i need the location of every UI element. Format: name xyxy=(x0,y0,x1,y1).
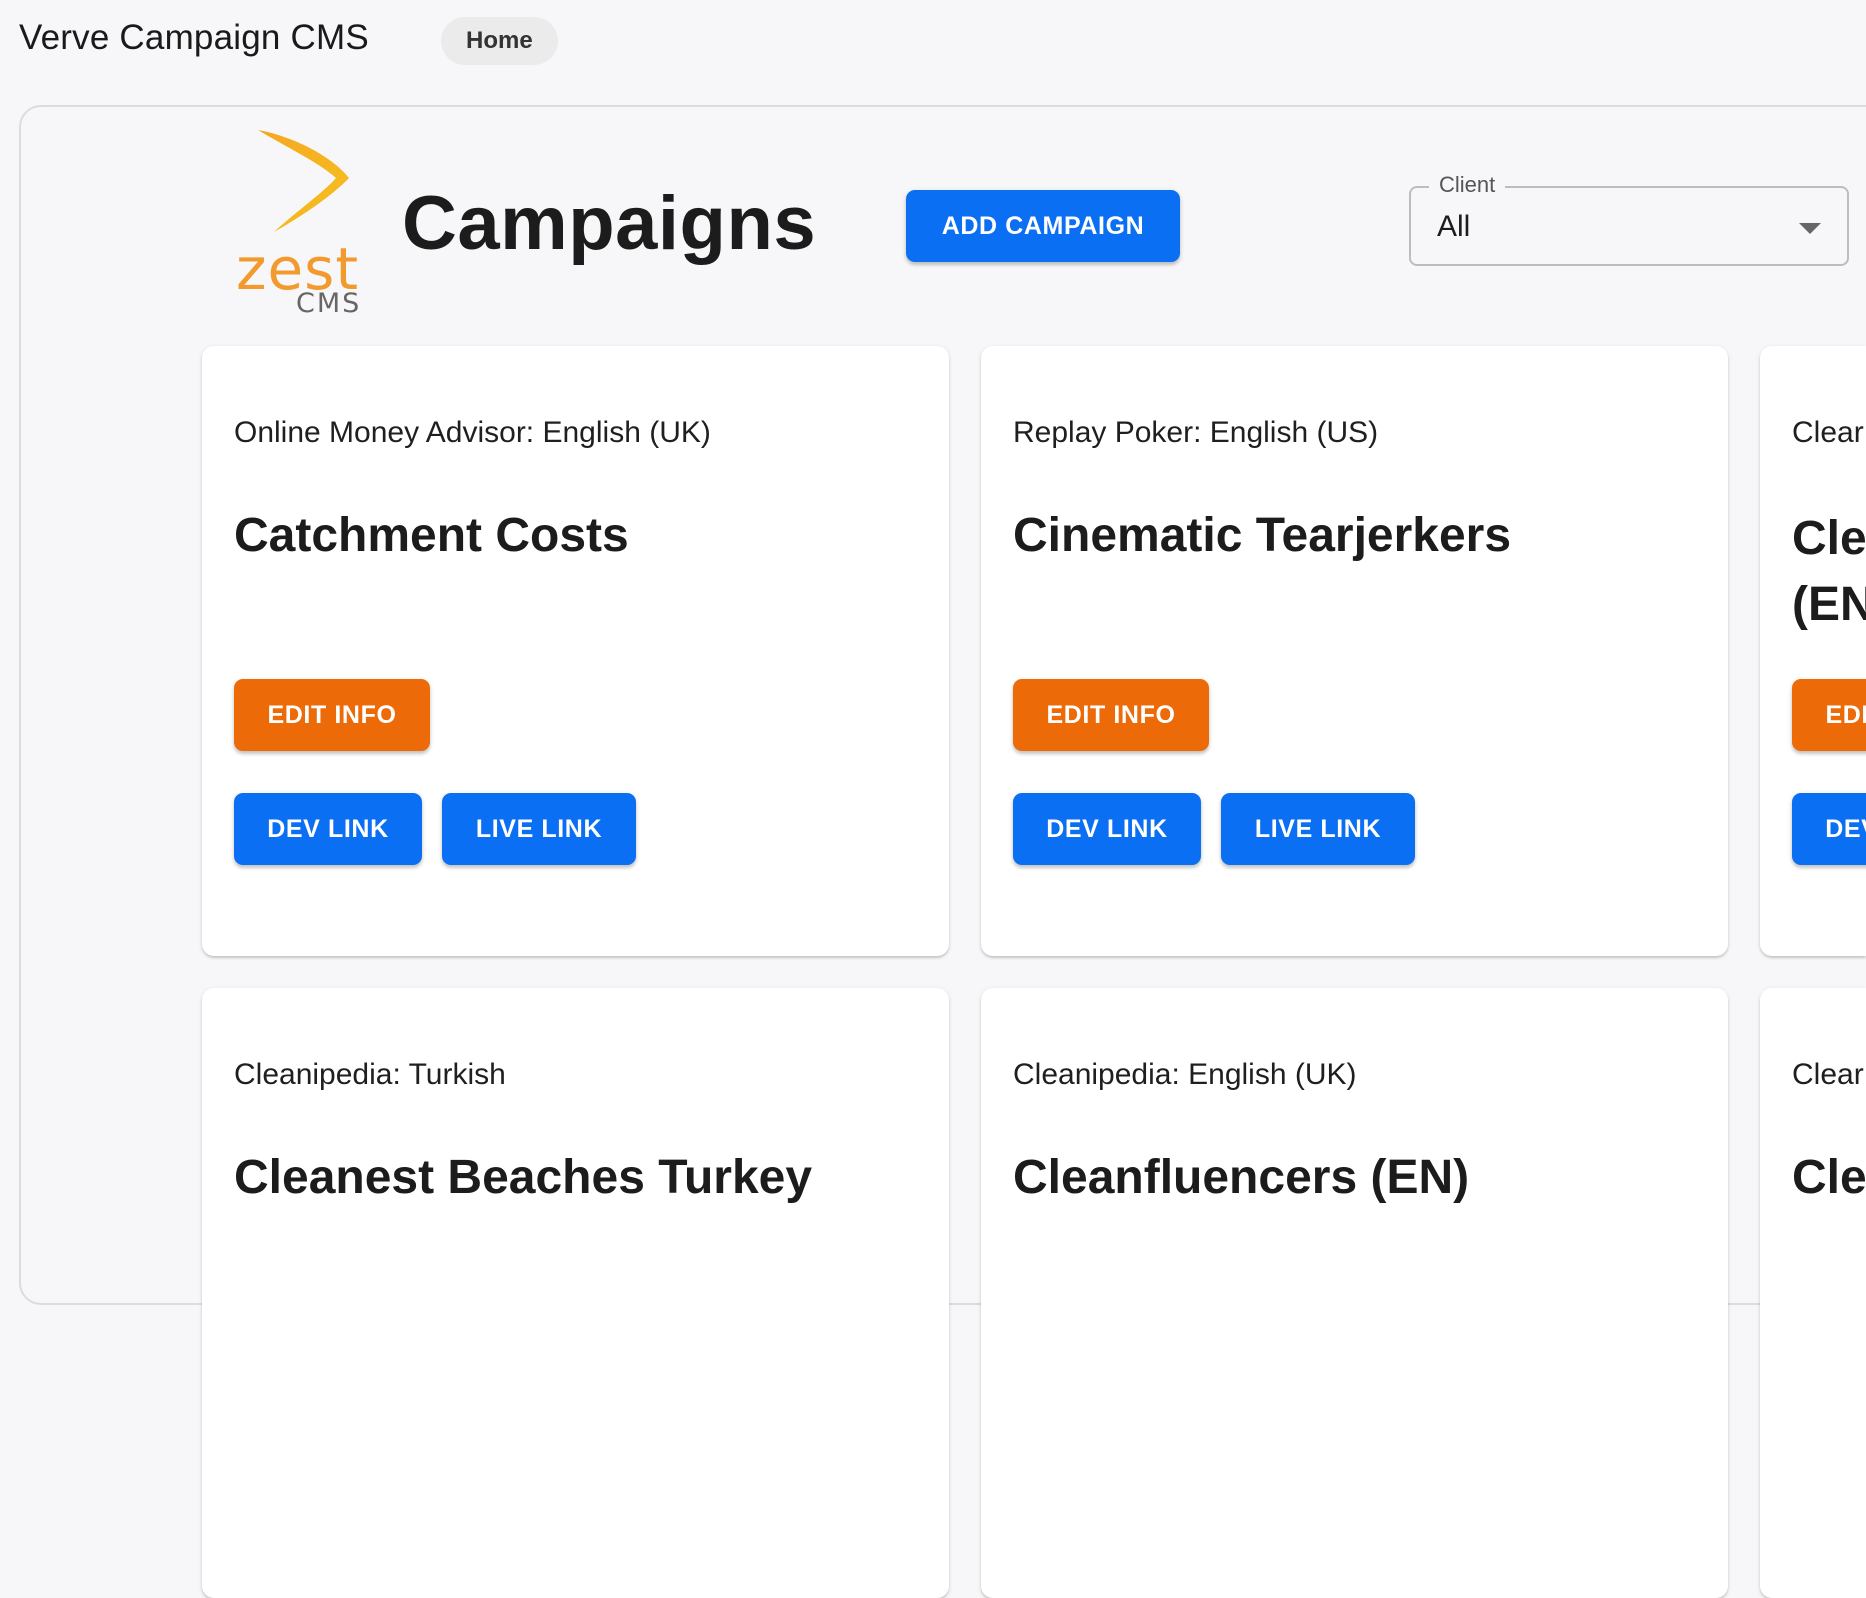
campaign-client: Cleanipedia: English (UK) xyxy=(1013,1058,1357,1091)
home-nav-chip[interactable]: Home xyxy=(441,17,558,65)
edit-info-button[interactable]: EDIT INFO xyxy=(234,679,430,751)
client-filter-value: All xyxy=(1437,210,1471,243)
zest-cms-logo: zest CMS xyxy=(232,128,372,320)
campaign-client: Replay Poker: English (US) xyxy=(1013,416,1379,449)
dev-link-button[interactable]: DEV LINK xyxy=(1792,793,1866,865)
dev-link-button[interactable]: DEV LINK xyxy=(1013,793,1201,865)
campaign-title: Cle xyxy=(1792,1151,1866,1204)
app-bar: Verve Campaign CMS Home xyxy=(0,0,1866,80)
add-campaign-button[interactable]: ADD CAMPAIGN xyxy=(906,190,1180,262)
campaign-client: Clear xyxy=(1792,416,1864,449)
live-link-button[interactable]: LIVE LINK xyxy=(1221,793,1415,865)
campaign-card: Cleanipedia: English (UK) Cleanfluencers… xyxy=(981,988,1728,1598)
campaign-client: Cleanipedia: Turkish xyxy=(234,1058,506,1091)
logo-subtext: CMS xyxy=(296,288,362,319)
boomerang-logo-icon xyxy=(258,130,349,232)
app-title: Verve Campaign CMS xyxy=(19,18,369,57)
campaign-client: Clear xyxy=(1792,1058,1864,1091)
campaign-client: Online Money Advisor: English (UK) xyxy=(234,416,711,449)
campaign-title: Cleanfluencers (EN) xyxy=(1013,1151,1470,1204)
campaign-card: Replay Poker: English (US) Cinematic Tea… xyxy=(981,346,1728,956)
campaign-title: Cinematic Tearjerkers xyxy=(1013,509,1512,562)
edit-info-button[interactable]: EDIT INFO xyxy=(1792,679,1866,751)
page-title: Campaigns xyxy=(402,181,817,266)
campaign-card: Clear Cle (EN EDIT INFO DEV LINK xyxy=(1760,346,1866,956)
campaign-title: Cleanest Beaches Turkey xyxy=(234,1151,813,1204)
live-link-button[interactable]: LIVE LINK xyxy=(442,793,636,865)
edit-info-button[interactable]: EDIT INFO xyxy=(1013,679,1209,751)
chevron-down-icon[interactable] xyxy=(1799,223,1821,234)
campaign-card: Online Money Advisor: English (UK) Catch… xyxy=(202,346,949,956)
client-filter-label: Client xyxy=(1429,172,1506,198)
campaign-title: Cle (EN xyxy=(1792,512,1866,631)
campaign-card: Cleanipedia: Turkish Cleanest Beaches Tu… xyxy=(202,988,949,1598)
client-filter-select[interactable]: Client All xyxy=(1409,172,1849,266)
campaign-card: Clear Cle xyxy=(1760,988,1866,1598)
campaign-title: Catchment Costs xyxy=(234,509,629,562)
dev-link-button[interactable]: DEV LINK xyxy=(234,793,422,865)
